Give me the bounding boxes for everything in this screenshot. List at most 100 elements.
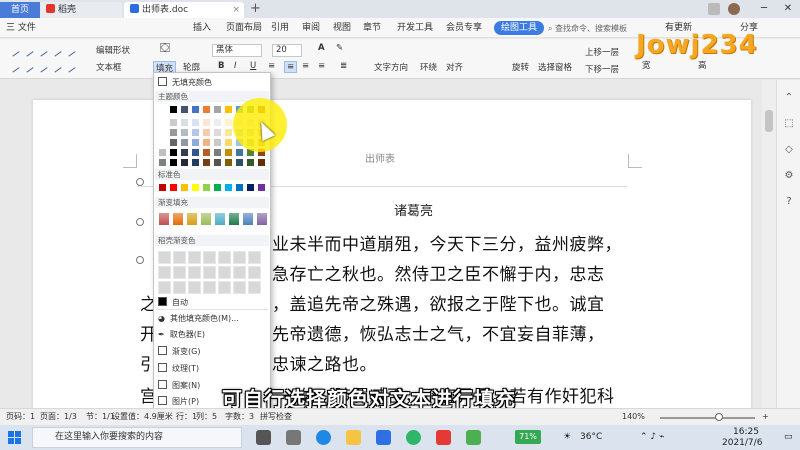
edge-browser-icon[interactable] <box>316 430 331 445</box>
text-direction-button[interactable]: 文字方向 <box>374 61 408 73</box>
daoke-gradient-swatch[interactable] <box>173 251 186 264</box>
daoke-gradient-swatch[interactable] <box>158 266 171 279</box>
standard-color-swatch[interactable] <box>257 183 266 192</box>
theme-color-swatch[interactable] <box>202 118 211 127</box>
font-family-select[interactable]: 黑体 <box>212 44 262 57</box>
arrow-shape-icon[interactable] <box>22 45 34 57</box>
daoke-gradient-swatch[interactable] <box>248 281 261 294</box>
theme-color-swatch[interactable] <box>213 148 222 157</box>
task-view-icon[interactable] <box>256 430 271 445</box>
arrow-shape-icon-2[interactable] <box>50 45 62 57</box>
theme-color-swatch[interactable] <box>224 118 233 127</box>
theme-color-swatch[interactable] <box>235 148 244 157</box>
daoke-gradient-swatch[interactable] <box>158 251 171 264</box>
body-line-3[interactable]: ，盖追先帝之殊遇，欲报之于陛下也。诚宜 <box>272 290 605 315</box>
vertical-scrollbar[interactable] <box>762 80 776 408</box>
daoke-gradient-swatch[interactable] <box>248 266 261 279</box>
menu-reference[interactable]: 引用 <box>271 18 289 38</box>
windows-start-icon[interactable] <box>8 431 22 445</box>
edit-shape-button[interactable]: 编辑形状 <box>96 44 130 56</box>
daoke-gradient-swatch[interactable] <box>218 266 231 279</box>
wechat-icon[interactable] <box>466 430 481 445</box>
widgets-icon[interactable] <box>286 430 301 445</box>
gradient-color-swatch[interactable] <box>200 212 212 226</box>
command-search[interactable]: ⌕ 查找命令、搜索模板 <box>548 22 640 35</box>
font-size-select[interactable]: 20 <box>272 44 302 57</box>
zoom-slider-knob[interactable] <box>715 413 723 421</box>
menu-review[interactable]: 审阅 <box>302 18 320 38</box>
gradient-color-swatch[interactable] <box>242 212 254 226</box>
auto-color-option[interactable]: 自动 <box>158 297 188 308</box>
picture-option[interactable]: 图片(P) <box>158 396 199 407</box>
status-words[interactable]: 字数：3 <box>225 409 254 425</box>
align-button[interactable]: 对齐 <box>446 61 463 73</box>
theme-color-swatch[interactable] <box>202 128 211 137</box>
daoke-gradient-swatch[interactable] <box>203 251 216 264</box>
line-shape-icon-2[interactable] <box>36 45 48 57</box>
standard-color-swatch[interactable] <box>169 183 178 192</box>
standard-color-swatch[interactable] <box>213 183 222 192</box>
gradient-color-swatch[interactable] <box>158 212 170 226</box>
theme-color-swatch[interactable] <box>169 138 178 147</box>
menu-file[interactable]: 三 文件 <box>6 18 36 38</box>
user-avatar[interactable] <box>728 3 740 15</box>
standard-color-swatch[interactable] <box>246 183 255 192</box>
standard-color-swatch[interactable] <box>202 183 211 192</box>
theme-color-swatch[interactable] <box>158 138 167 147</box>
theme-color-swatch[interactable] <box>191 128 200 137</box>
menu-drawing-tools[interactable]: 绘图工具 <box>494 21 545 35</box>
store-icon[interactable] <box>376 430 391 445</box>
theme-color-swatch[interactable] <box>202 148 211 157</box>
theme-color-swatch[interactable] <box>169 148 178 157</box>
close-window-button[interactable]: ✕ <box>776 0 800 18</box>
theme-color-swatch[interactable] <box>213 158 222 167</box>
theme-color-swatch[interactable] <box>235 158 244 167</box>
daoke-gradient-swatch[interactable] <box>173 281 186 294</box>
music-app-icon[interactable] <box>406 430 421 445</box>
menu-developer[interactable]: 开发工具 <box>397 18 433 38</box>
daoke-gradient-swatch[interactable] <box>158 281 171 294</box>
theme-color-swatch[interactable] <box>224 158 233 167</box>
menu-view[interactable]: 视图 <box>333 18 351 38</box>
body-line-5[interactable]: 忠谏之路也。 <box>272 350 377 375</box>
scroll-thumb[interactable] <box>765 110 773 132</box>
file-explorer-icon[interactable] <box>346 430 361 445</box>
curve-shape-icon-3[interactable] <box>36 61 48 73</box>
theme-color-swatch[interactable] <box>202 105 211 114</box>
align-left-icon[interactable]: ≡ <box>268 61 275 71</box>
zoom-slider[interactable] <box>660 417 755 419</box>
connector-shape-icon[interactable] <box>64 45 76 57</box>
theme-color-swatch[interactable] <box>169 118 178 127</box>
daoke-gradient-swatch[interactable] <box>233 281 246 294</box>
theme-color-swatch[interactable] <box>246 158 255 167</box>
send-backward-button[interactable]: 下移一层 <box>585 63 619 75</box>
selection-pane-button[interactable]: 选择窗格 <box>538 61 572 73</box>
textbox-button[interactable]: 文本框 <box>96 61 122 73</box>
theme-color-swatch[interactable] <box>191 158 200 167</box>
theme-color-swatch[interactable] <box>158 148 167 157</box>
standard-color-swatch[interactable] <box>191 183 200 192</box>
weather-icon[interactable]: ☀ <box>563 425 571 450</box>
clock-date[interactable]: 2021/7/6 <box>722 431 762 450</box>
theme-color-swatch[interactable] <box>224 105 233 114</box>
daoke-gradient-swatch[interactable] <box>188 281 201 294</box>
theme-color-swatch[interactable] <box>158 105 167 114</box>
theme-color-swatch[interactable] <box>213 128 222 137</box>
menu-member[interactable]: 会员专享 <box>446 18 482 38</box>
gradient-color-swatch[interactable] <box>256 212 268 226</box>
justify-icon[interactable]: ≡ <box>318 61 325 71</box>
help-icon[interactable]: ? <box>783 196 795 208</box>
gradient-color-swatch[interactable] <box>172 212 184 226</box>
tab-document[interactable]: 出师表.doc × <box>124 2 244 18</box>
curve-shape-icon-4[interactable] <box>50 61 62 73</box>
italic-button[interactable]: I <box>234 61 237 71</box>
theme-color-swatch[interactable] <box>191 105 200 114</box>
daoke-gradient-swatch[interactable] <box>233 266 246 279</box>
body-line-1[interactable]: 业未半而中道崩殂，今天下三分，益州疲弊， <box>272 230 622 255</box>
rotate-button[interactable]: 旋转 <box>512 61 529 73</box>
theme-color-swatch[interactable] <box>169 105 178 114</box>
author-line[interactable]: 诸葛亮 <box>394 200 433 219</box>
theme-color-swatch[interactable] <box>180 148 189 157</box>
close-tab-icon[interactable]: × <box>232 2 240 18</box>
fill-bucket-icon[interactable]: ⛋ <box>160 41 170 56</box>
